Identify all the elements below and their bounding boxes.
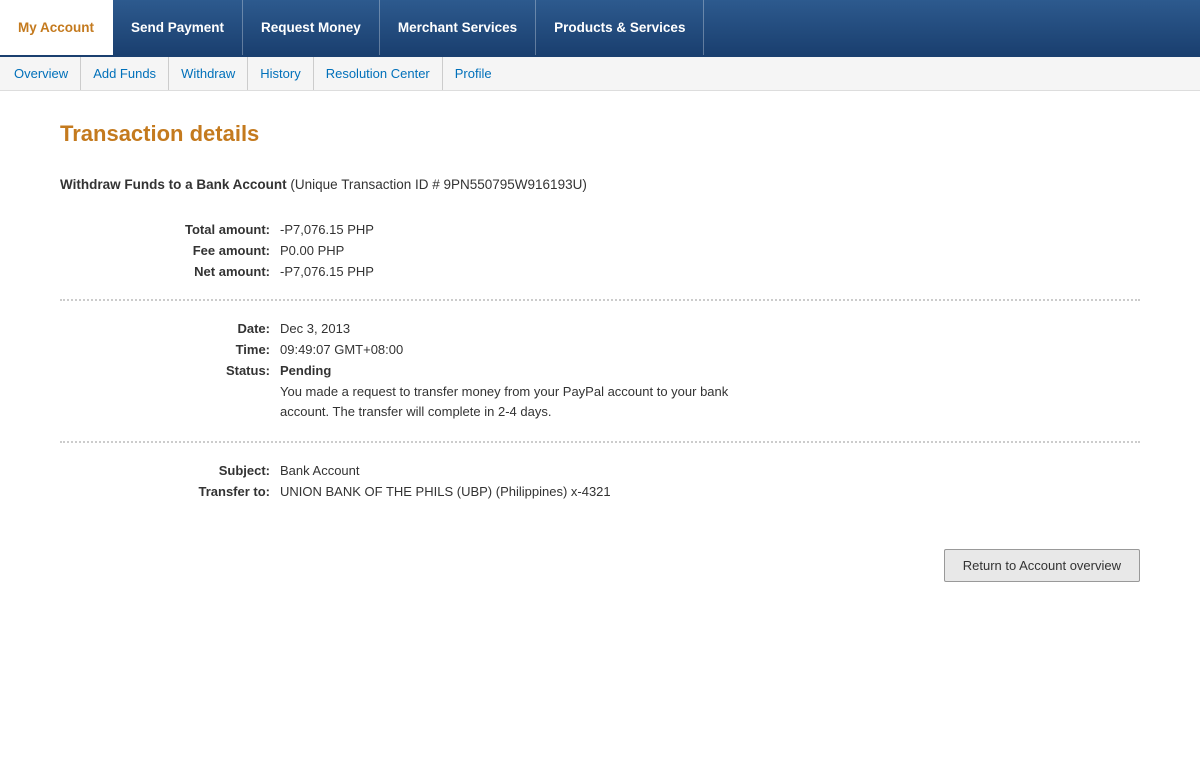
status-block: Status: Pending You made a request to tr… [140,363,1140,421]
fee-amount-label: Fee amount: [140,243,270,258]
nav-merchant-services[interactable]: Merchant Services [380,0,536,55]
subnav-resolution-center[interactable]: Resolution Center [314,57,443,90]
net-amount-label: Net amount: [140,264,270,279]
transaction-id: (Unique Transaction ID # 9PN550795W91619… [290,177,586,192]
transfer-to-label: Transfer to: [140,484,270,499]
net-amount-row: Net amount: -P7,076.15 PHP [140,264,1140,279]
status-content: Pending You made a request to transfer m… [280,363,780,421]
sub-navigation: Overview Add Funds Withdraw History Reso… [0,57,1200,91]
main-content: Transaction details Withdraw Funds to a … [0,91,1200,622]
transaction-type: Withdraw Funds to a Bank Account [60,177,287,192]
top-navigation: My Account Send Payment Request Money Me… [0,0,1200,57]
nav-products-services[interactable]: Products & Services [536,0,704,55]
date-status-section: Date: Dec 3, 2013 Time: 09:49:07 GMT+08:… [140,321,1140,421]
net-amount-value: -P7,076.15 PHP [280,264,374,279]
transaction-header: Withdraw Funds to a Bank Account (Unique… [60,177,1140,192]
return-btn-row: Return to Account overview [60,549,1140,582]
time-value: 09:49:07 GMT+08:00 [280,342,403,357]
fee-amount-value: P0.00 PHP [280,243,344,258]
status-label: Status: [140,363,270,421]
subnav-overview[interactable]: Overview [10,57,81,90]
subject-value: Bank Account [280,463,360,478]
total-amount-row: Total amount: -P7,076.15 PHP [140,222,1140,237]
subject-section: Subject: Bank Account Transfer to: UNION… [140,463,1140,499]
nav-send-payment[interactable]: Send Payment [113,0,243,55]
nav-my-account[interactable]: My Account [0,0,113,55]
subject-label: Subject: [140,463,270,478]
subject-row: Subject: Bank Account [140,463,1140,478]
subnav-add-funds[interactable]: Add Funds [81,57,169,90]
transfer-to-value: UNION BANK OF THE PHILS (UBP) (Philippin… [280,484,611,499]
date-value: Dec 3, 2013 [280,321,350,336]
fee-amount-row: Fee amount: P0.00 PHP [140,243,1140,258]
nav-request-money[interactable]: Request Money [243,0,380,55]
time-label: Time: [140,342,270,357]
divider-1 [60,299,1140,301]
transfer-to-row: Transfer to: UNION BANK OF THE PHILS (UB… [140,484,1140,499]
amounts-section: Total amount: -P7,076.15 PHP Fee amount:… [140,222,1140,279]
subnav-profile[interactable]: Profile [443,57,504,90]
date-label: Date: [140,321,270,336]
subnav-withdraw[interactable]: Withdraw [169,57,248,90]
status-value: Pending [280,363,780,378]
total-amount-value: -P7,076.15 PHP [280,222,374,237]
date-row: Date: Dec 3, 2013 [140,321,1140,336]
subnav-history[interactable]: History [248,57,313,90]
total-amount-label: Total amount: [140,222,270,237]
status-description: You made a request to transfer money fro… [280,382,780,421]
return-to-overview-button[interactable]: Return to Account overview [944,549,1140,582]
divider-2 [60,441,1140,443]
time-row: Time: 09:49:07 GMT+08:00 [140,342,1140,357]
page-title: Transaction details [60,121,1140,147]
